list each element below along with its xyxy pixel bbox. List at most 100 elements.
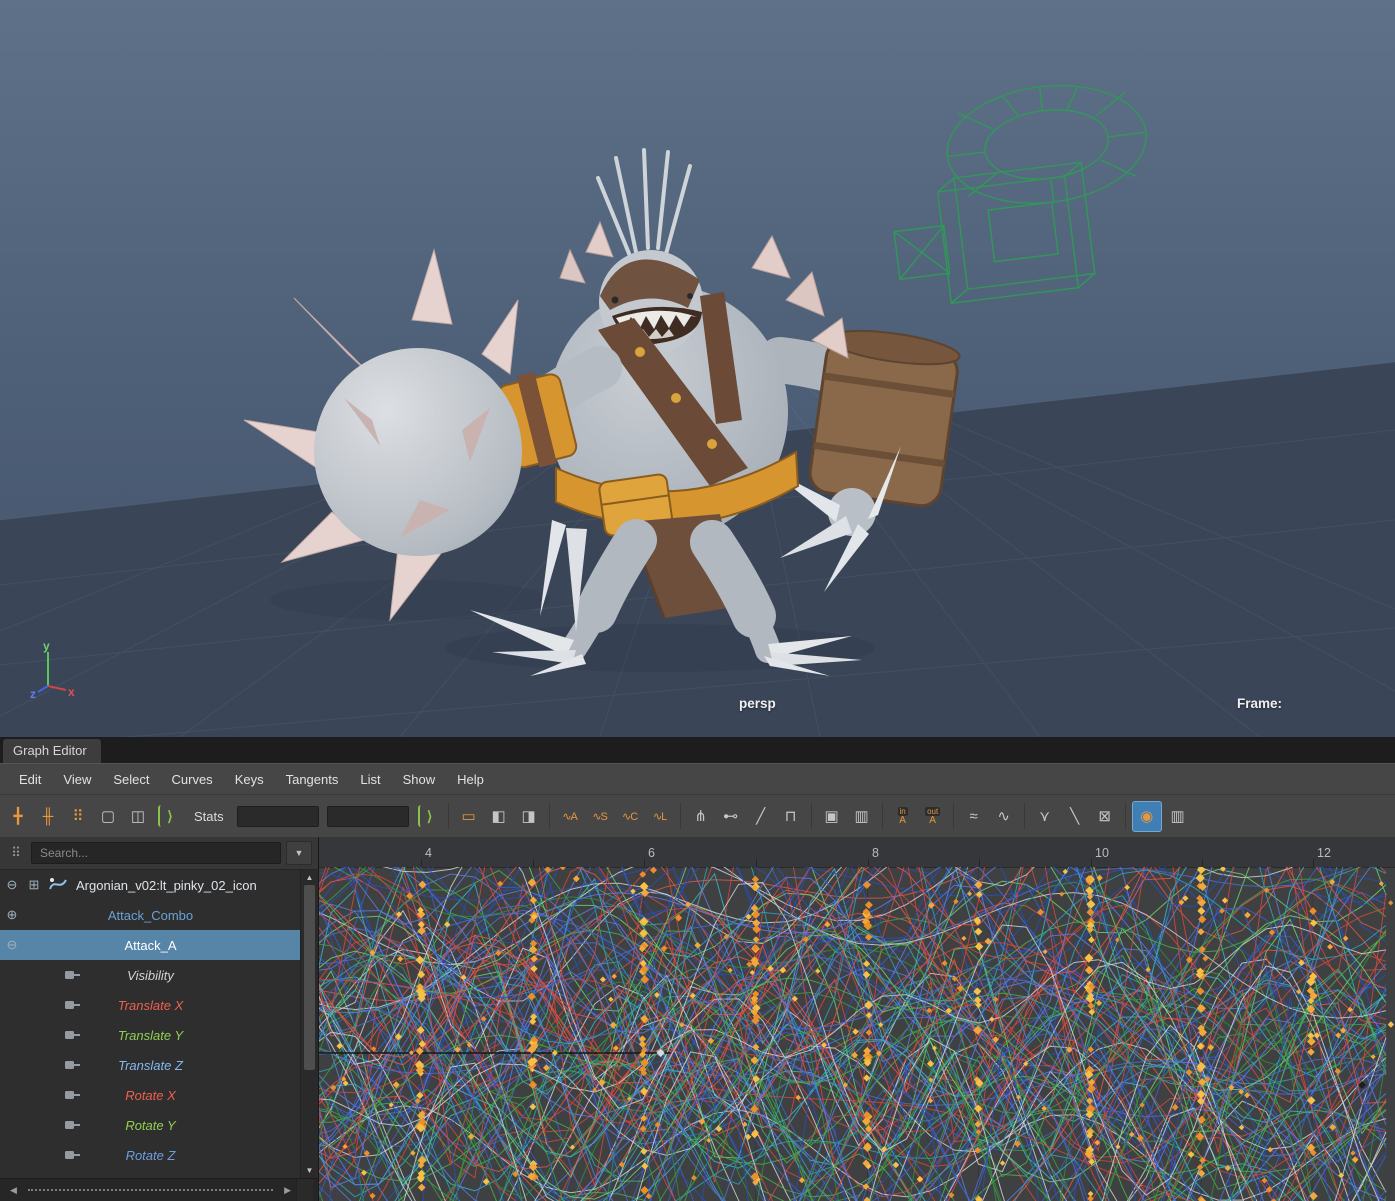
center-current-time-button[interactable]: ◨: [515, 802, 543, 831]
outliner-search-row: ⠿ ▼: [0, 837, 318, 870]
stats-time-field[interactable]: [237, 806, 319, 827]
ruler-tick: [644, 859, 645, 867]
buffer-curve-snapshot-button[interactable]: ▣: [818, 802, 846, 831]
search-dropdown-button[interactable]: ▼: [286, 841, 312, 865]
axis-y-label: y: [43, 639, 50, 653]
tree-row-label: Translate X: [118, 998, 184, 1013]
snap-time-toggle[interactable]: ⟩: [158, 805, 178, 827]
keys-move-tool[interactable]: ╋: [4, 802, 32, 831]
break-connection-button[interactable]: ⋎: [1031, 802, 1059, 831]
menu-select[interactable]: Select: [102, 768, 160, 791]
tangent-spline-button[interactable]: ∿S: [586, 802, 614, 831]
stats-value-field[interactable]: [327, 806, 409, 827]
anim-curve-icon: [64, 1059, 81, 1074]
menu-edit[interactable]: Edit: [8, 768, 52, 791]
ruler-tick: [421, 859, 422, 867]
toolbar-separator: [882, 803, 883, 829]
unify-tangents-button[interactable]: ⊷: [717, 802, 745, 831]
tree-row-label: Rotate Z: [126, 1148, 176, 1163]
scroll-down-arrow[interactable]: ▼: [306, 1163, 314, 1178]
lattice-deform-keys-tool[interactable]: ⠿: [64, 802, 92, 831]
snap-value-toggle[interactable]: ⟩: [418, 805, 438, 827]
scroll-left-arrow[interactable]: ◀: [5, 1185, 22, 1196]
tree-row-translate-z[interactable]: Translate Z: [0, 1050, 301, 1080]
axis-x-label: x: [68, 685, 75, 699]
menu-help[interactable]: Help: [446, 768, 495, 791]
expand-icon[interactable]: ⊕: [5, 907, 19, 923]
curve-view[interactable]: [319, 867, 1395, 1201]
menu-show[interactable]: Show: [392, 768, 447, 791]
region-keys-tool[interactable]: ▢: [94, 802, 122, 831]
extra-tool-button[interactable]: ▥: [1164, 802, 1192, 831]
axis-z-label: z: [30, 687, 36, 701]
anim-curve-icon: [64, 999, 81, 1014]
anim-curve-icon: [64, 1029, 81, 1044]
scroll-up-arrow[interactable]: ▲: [306, 870, 314, 885]
collapse-icon[interactable]: ⊖: [5, 877, 19, 893]
menu-view[interactable]: View: [52, 768, 102, 791]
tree-row-argonian-v02-lt-pinky-02-icon[interactable]: ⊖ ⊞ Argonian_v02:lt_pinky_02_icon: [0, 870, 301, 900]
tree-row-label: Translate Y: [118, 1028, 183, 1043]
tree-row-translate-x[interactable]: Translate X: [0, 990, 301, 1020]
menu-list[interactable]: List: [349, 768, 391, 791]
tree-horizontal-scrollbar[interactable]: ◀ ▶: [0, 1178, 318, 1201]
filter-icon[interactable]: ⠿: [6, 843, 26, 863]
ruler-label-10: 10: [1095, 846, 1109, 860]
tree-row-translate-y[interactable]: Translate Y: [0, 1020, 301, 1050]
tree-row-rotate-y[interactable]: Rotate Y: [0, 1110, 301, 1140]
tree-row-label: Rotate Y: [125, 1118, 175, 1133]
panel-tab-graph-editor[interactable]: Graph Editor: [3, 739, 101, 763]
time-ruler[interactable]: 4681012: [319, 837, 1395, 868]
lock-selected-curves-button[interactable]: ⊠: [1091, 802, 1119, 831]
viewport-panel[interactable]: y x z persp Frame:: [0, 0, 1395, 737]
insert-keys-tool[interactable]: ╫: [34, 802, 62, 831]
toolbar-separator: [549, 803, 550, 829]
tangent-linear-button[interactable]: ∿L: [646, 802, 674, 831]
tree-row-label: Argonian_v02:lt_pinky_02_icon: [76, 878, 257, 893]
tangent-clamped-button[interactable]: ∿C: [616, 802, 644, 831]
frame-playback-range-button[interactable]: ◧: [485, 802, 513, 831]
tree-row-attack-combo[interactable]: ⊕Attack_Combo: [0, 900, 301, 930]
graph-editor-menu-bar: EditViewSelectCurvesKeysTangentsListShow…: [0, 763, 1395, 794]
resample-curve-button[interactable]: ∿: [990, 802, 1018, 831]
viewport-canvas[interactable]: y x z: [0, 0, 1395, 737]
outliner-tree: ⊖ ⊞ Argonian_v02:lt_pinky_02_icon ⊕Attack_C…: [0, 870, 318, 1178]
toolbar-separator: [811, 803, 812, 829]
post-infinity-cycle-button[interactable]: outA: [919, 802, 947, 831]
smooth-curve-button[interactable]: ≈: [960, 802, 988, 831]
tree-vertical-scrollbar[interactable]: ▲ ▼: [300, 870, 318, 1178]
search-input[interactable]: [31, 842, 281, 864]
ruler-tick: [1313, 859, 1314, 867]
character-set-icon: [48, 876, 68, 897]
menu-tangents[interactable]: Tangents: [275, 768, 350, 791]
collapse-icon[interactable]: ⊖: [5, 937, 19, 953]
toolbar-separator: [953, 803, 954, 829]
vertical-scrollbar-thumb[interactable]: [304, 885, 315, 1070]
free-tangent-weight-button[interactable]: ╱: [747, 802, 775, 831]
lock-tangent-weight-button[interactable]: ⊓: [777, 802, 805, 831]
tree-row-rotate-z[interactable]: Rotate Z: [0, 1140, 301, 1170]
menu-keys[interactable]: Keys: [224, 768, 275, 791]
scroll-right-arrow[interactable]: ▶: [279, 1185, 296, 1196]
anim-curve-icon: [64, 1119, 81, 1134]
frame-all-button[interactable]: ▭: [455, 802, 483, 831]
tree-row-rotate-x[interactable]: Rotate X: [0, 1080, 301, 1110]
channel-outliner: ⠿ ▼ ⊖⊞Argonian_v02:lt_pinky_02_icon⊕Atta…: [0, 837, 319, 1201]
scrollbar-dotted-track[interactable]: [28, 1189, 273, 1191]
tree-row-attack-a[interactable]: ⊖ Attack_A: [0, 930, 301, 960]
swap-buffer-curve-button[interactable]: ▥: [848, 802, 876, 831]
time-editor-button[interactable]: ◉: [1132, 801, 1162, 832]
break-tangents-button[interactable]: ⋔: [687, 802, 715, 831]
tree-row-visibility[interactable]: Visibility: [0, 960, 301, 990]
pre-infinity-cycle-button[interactable]: inA: [889, 802, 917, 831]
ruler-label-12: 12: [1317, 846, 1331, 860]
retime-tool[interactable]: ◫: [124, 802, 152, 831]
character-shadow: [445, 624, 875, 672]
tree-row-label: Attack_A: [124, 938, 176, 953]
insert-key-toggle-button[interactable]: ╲: [1061, 802, 1089, 831]
menu-curves[interactable]: Curves: [161, 768, 224, 791]
tangent-auto-button[interactable]: ∿A: [556, 802, 584, 831]
add-box-icon[interactable]: ⊞: [27, 877, 41, 893]
ruler-tick: [1091, 859, 1092, 867]
maya-window: y x z persp Frame: Graph Editor EditView…: [0, 0, 1395, 1201]
